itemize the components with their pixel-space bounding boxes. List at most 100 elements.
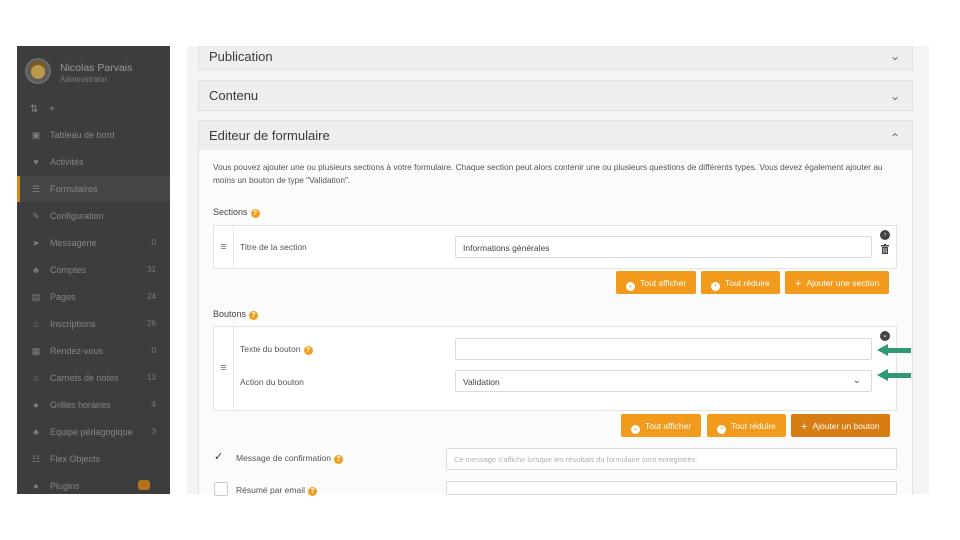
sidebar-item-label: Grilles horaires bbox=[50, 400, 111, 410]
drag-handle-icon[interactable]: ≡ bbox=[214, 327, 234, 410]
email-summary-label: Résumé par email? bbox=[236, 485, 317, 496]
sidebar-item-inscriptions[interactable]: ⌂ Inscriptions 26 bbox=[17, 311, 170, 337]
sidebar-item-activit-s[interactable]: ♥ Activités bbox=[17, 149, 170, 175]
calendar-icon: ▦ bbox=[31, 346, 41, 356]
accordion-title: Publication bbox=[209, 49, 273, 64]
check-icon[interactable]: ✓ bbox=[214, 450, 228, 464]
sections-label: Sections? bbox=[213, 207, 260, 218]
show-all-sections-button[interactable]: ⌄ Tout afficher bbox=[616, 271, 697, 294]
user-role: Administrator bbox=[60, 75, 108, 84]
accordion-publication[interactable]: Publication ⌄ bbox=[198, 46, 913, 70]
sidebar-item-carnets-de-notes[interactable]: ⌂ Carnets de notes 13 bbox=[17, 365, 170, 391]
collapse-all-buttons-button[interactable]: › Tout réduire bbox=[707, 414, 786, 437]
accordion-contenu[interactable]: Contenu ⌄ bbox=[198, 80, 913, 111]
users-icon: ♣ bbox=[33, 265, 39, 275]
collapse-icon[interactable]: ⇅ bbox=[30, 104, 38, 115]
buttons-label: Boutons? bbox=[213, 309, 259, 320]
sidebar-item-flex-objects[interactable]: ☷ Flex Objects bbox=[17, 446, 170, 472]
accordion-title: Editeur de formulaire bbox=[209, 128, 330, 143]
sidebar-item-pages[interactable]: ▤ Pages 24 bbox=[17, 284, 170, 310]
sidebar-item-label: Flex Objects bbox=[50, 454, 101, 464]
section-card: ≡ Titre de la section Informations génér… bbox=[213, 225, 897, 269]
file-icon: ▤ bbox=[31, 292, 41, 302]
sidebar-item-grilles-horaires[interactable]: ● Grilles horaires 4 bbox=[17, 392, 170, 418]
send-icon: ➤ bbox=[32, 238, 40, 248]
sidebar-item-label: Formulaires bbox=[50, 184, 98, 194]
sidebar-item-count: 3 bbox=[151, 427, 156, 436]
sidebar-item-label: Configuration bbox=[50, 211, 104, 221]
sidebar-item-plugins[interactable]: ● Plugins bbox=[17, 473, 170, 494]
sidebar-item-count: 31 bbox=[147, 265, 156, 274]
add-button-button[interactable]: + Ajouter un bouton bbox=[791, 414, 890, 437]
drag-handle-icon[interactable]: ≡ bbox=[214, 226, 234, 268]
help-icon[interactable]: ? bbox=[250, 209, 260, 218]
help-icon[interactable]: ? bbox=[333, 455, 343, 464]
accordion-title: Contenu bbox=[209, 88, 259, 103]
sidebar-item-rendez-vous[interactable]: ▦ Rendez-vous 0 bbox=[17, 338, 170, 364]
sidebar-item-label: Tableau de bord bbox=[50, 130, 115, 140]
show-all-buttons-button[interactable]: ⌄ Tout afficher bbox=[621, 414, 702, 437]
sidebar-item-label: Comptes bbox=[50, 265, 87, 275]
wrench-icon: ✎ bbox=[32, 211, 40, 221]
chevron-right-circle-icon[interactable]: › bbox=[880, 230, 890, 240]
button-card: ≡ Texte du bouton? Action du bouton Vali… bbox=[213, 326, 897, 411]
trash-icon[interactable] bbox=[881, 244, 889, 254]
sidebar-item-count: 26 bbox=[147, 319, 156, 328]
button-action-select[interactable]: Validation ⌄ bbox=[455, 370, 872, 392]
accordion-body bbox=[198, 150, 913, 494]
sidebar-item-tableau-de-bord[interactable]: ▣ Tableau de bord bbox=[17, 122, 170, 148]
help-icon[interactable]: ? bbox=[303, 346, 313, 355]
heart-icon: ♥ bbox=[33, 157, 39, 167]
plus-icon[interactable]: + bbox=[49, 104, 55, 115]
chevron-down-circle-icon[interactable]: ⌄ bbox=[880, 331, 890, 341]
confirm-message-input[interactable]: Ce message s'affiche lorsque les résulta… bbox=[446, 448, 897, 470]
sidebar-item-count: 13 bbox=[147, 373, 156, 382]
chevron-down-icon: ⌄ bbox=[889, 89, 900, 103]
sidebar-item-count: 0 bbox=[151, 346, 156, 355]
help-icon[interactable]: ? bbox=[307, 487, 317, 496]
editor-description: Vous pouvez ajouter une ou plusieurs sec… bbox=[213, 162, 883, 185]
chevron-up-icon: ⌃ bbox=[889, 131, 900, 145]
sidebar-item-configuration[interactable]: ✎ Configuration bbox=[17, 203, 170, 229]
sidebar-item-label: Messagerie bbox=[50, 238, 97, 248]
section-title-input[interactable]: Informations générales bbox=[455, 236, 872, 258]
clock-icon: ● bbox=[33, 400, 39, 410]
sidebar-item-label: Plugins bbox=[50, 481, 80, 491]
sections-label-text: Sections bbox=[213, 207, 248, 217]
list-icon: ☷ bbox=[31, 454, 41, 464]
button-text-label: Texte du bouton? bbox=[240, 344, 313, 355]
button-text-input[interactable] bbox=[455, 338, 872, 360]
add-section-button[interactable]: + Ajouter une section bbox=[785, 271, 890, 294]
plug-icon: ● bbox=[33, 481, 39, 491]
sidebar-item-label: Equipe pédagogique bbox=[50, 427, 133, 437]
collapse-all-sections-button[interactable]: › Tout réduire bbox=[701, 271, 780, 294]
sidebar-item-equipe-p-dagogique[interactable]: ♣ Equipe pédagogique 3 bbox=[17, 419, 170, 445]
sidebar-item-formulaires[interactable]: ☰ Formulaires bbox=[17, 176, 170, 202]
section-title-label: Titre de la section bbox=[240, 242, 307, 252]
sidebar-tools: ⇅ + bbox=[30, 104, 63, 115]
buttons-label-text: Boutons bbox=[213, 309, 247, 319]
screen: Nicolas Parvais Administrator ⇅ + ▣ Table… bbox=[0, 0, 960, 540]
sidebar-item-comptes[interactable]: ♣ Comptes 31 bbox=[17, 257, 170, 283]
chevron-down-icon: ⌄ bbox=[889, 49, 900, 63]
email-summary-checkbox[interactable] bbox=[214, 482, 228, 496]
sidebar-item-label: Activités bbox=[50, 157, 84, 167]
help-icon[interactable]: ? bbox=[249, 311, 259, 320]
arrow-left-icon bbox=[877, 369, 911, 381]
sidebar-item-count: 4 bbox=[151, 400, 156, 409]
notebook-icon: ⌂ bbox=[33, 373, 39, 383]
team-icon: ♣ bbox=[33, 427, 39, 437]
email-summary-input[interactable] bbox=[446, 481, 897, 495]
status-badge bbox=[138, 480, 150, 490]
sidebar-item-label: Inscriptions bbox=[50, 319, 96, 329]
institution-icon: ⌂ bbox=[33, 319, 39, 329]
sidebar-item-label: Carnets de notes bbox=[50, 373, 119, 383]
sidebar-item-label: Pages bbox=[50, 292, 76, 302]
user-name: Nicolas Parvais bbox=[60, 62, 133, 74]
sidebar-item-messagerie[interactable]: ➤ Messagerie 0 bbox=[17, 230, 170, 256]
sidebar-item-label: Rendez-vous bbox=[50, 346, 104, 356]
button-action-label: Action du bouton bbox=[240, 377, 304, 387]
sidebar-item-count: 0 bbox=[151, 238, 156, 247]
accordion-editeur[interactable]: Editeur de formulaire ⌃ bbox=[198, 120, 913, 151]
user-block[interactable]: Nicolas Parvais Administrator bbox=[17, 46, 170, 96]
